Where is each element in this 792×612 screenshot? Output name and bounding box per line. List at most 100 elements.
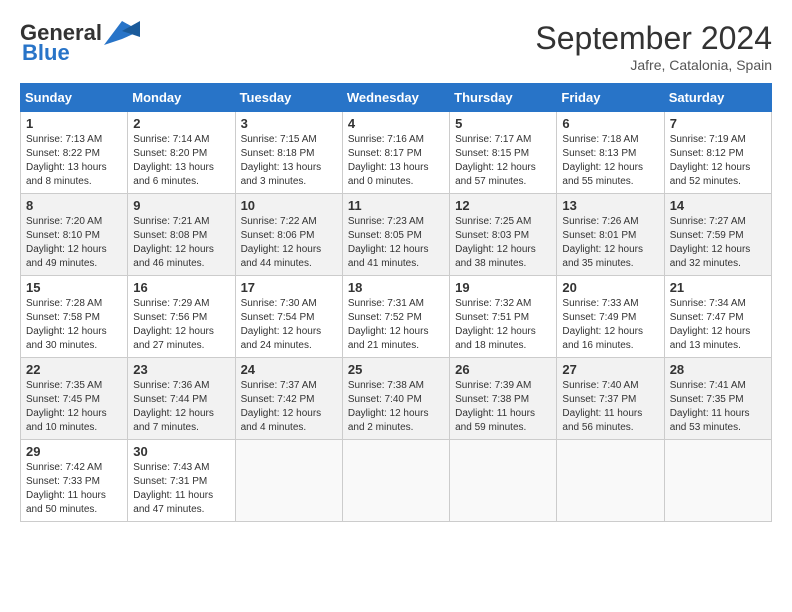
day-info: Sunrise: 7:27 AMSunset: 7:59 PMDaylight:… bbox=[670, 215, 766, 271]
day-number: 8 bbox=[26, 198, 122, 213]
logo: General Blue bbox=[20, 20, 140, 66]
calendar-cell: 28 Sunrise: 7:41 AMSunset: 7:35 PMDayligh… bbox=[664, 358, 771, 440]
day-info: Sunrise: 7:32 AMSunset: 7:51 PMDaylight:… bbox=[455, 297, 551, 353]
header-saturday: Saturday bbox=[664, 84, 771, 112]
calendar-cell: 5Sunrise: 7:17 AMSunset: 8:15 PMDaylight… bbox=[450, 112, 557, 194]
day-info: Sunrise: 7:14 AMSunset: 8:20 PMDaylight:… bbox=[133, 133, 229, 189]
calendar-cell: 18 Sunrise: 7:31 AMSunset: 7:52 PMDayligh… bbox=[342, 276, 449, 358]
logo-text-blue: Blue bbox=[22, 40, 70, 66]
day-info: Sunrise: 7:41 AMSunset: 7:35 PMDaylight:… bbox=[670, 379, 766, 435]
day-info: Sunrise: 7:23 AMSunset: 8:05 PMDaylight:… bbox=[348, 215, 444, 271]
day-number: 17 bbox=[241, 280, 337, 295]
day-number: 24 bbox=[241, 362, 337, 377]
header-wednesday: Wednesday bbox=[342, 84, 449, 112]
day-number: 6 bbox=[562, 116, 658, 131]
day-info: Sunrise: 7:39 AMSunset: 7:38 PMDaylight:… bbox=[455, 379, 551, 435]
day-number: 26 bbox=[455, 362, 551, 377]
calendar-cell: 19 Sunrise: 7:32 AMSunset: 7:51 PMDayligh… bbox=[450, 276, 557, 358]
day-info: Sunrise: 7:38 AMSunset: 7:40 PMDaylight:… bbox=[348, 379, 444, 435]
header-thursday: Thursday bbox=[450, 84, 557, 112]
day-number: 12 bbox=[455, 198, 551, 213]
page-header: General Blue September 2024 Jafre, Catal… bbox=[20, 20, 772, 73]
location-subtitle: Jafre, Catalonia, Spain bbox=[535, 57, 772, 73]
calendar-cell: 30 Sunrise: 7:43 AMSunset: 7:31 PMDayligh… bbox=[128, 440, 235, 522]
day-info: Sunrise: 7:31 AMSunset: 7:52 PMDaylight:… bbox=[348, 297, 444, 353]
calendar-cell: 22 Sunrise: 7:35 AMSunset: 7:45 PMDayligh… bbox=[21, 358, 128, 440]
calendar-cell: 2 Sunrise: 7:14 AMSunset: 8:20 PMDaylight… bbox=[128, 112, 235, 194]
day-number: 1 bbox=[26, 116, 122, 131]
day-info: Sunrise: 7:16 AMSunset: 8:17 PMDaylight:… bbox=[348, 133, 444, 189]
day-number: 30 bbox=[133, 444, 229, 459]
calendar-cell: 11 Sunrise: 7:23 AMSunset: 8:05 PMDayligh… bbox=[342, 194, 449, 276]
day-number: 25 bbox=[348, 362, 444, 377]
calendar-cell: 27 Sunrise: 7:40 AMSunset: 7:37 PMDayligh… bbox=[557, 358, 664, 440]
day-number: 27 bbox=[562, 362, 658, 377]
week-row-5: 29Sunrise: 7:42 AMSunset: 7:33 PMDayligh… bbox=[21, 440, 772, 522]
header-friday: Friday bbox=[557, 84, 664, 112]
calendar-cell: 6 Sunrise: 7:18 AMSunset: 8:13 PMDaylight… bbox=[557, 112, 664, 194]
calendar-cell: 15Sunrise: 7:28 AMSunset: 7:58 PMDayligh… bbox=[21, 276, 128, 358]
title-block: September 2024 Jafre, Catalonia, Spain bbox=[535, 20, 772, 73]
day-number: 4 bbox=[348, 116, 444, 131]
calendar-table: SundayMondayTuesdayWednesdayThursdayFrid… bbox=[20, 83, 772, 522]
day-info: Sunrise: 7:33 AMSunset: 7:49 PMDaylight:… bbox=[562, 297, 658, 353]
day-info: Sunrise: 7:43 AMSunset: 7:31 PMDaylight:… bbox=[133, 461, 229, 517]
month-title: September 2024 bbox=[535, 20, 772, 57]
week-row-2: 8 Sunrise: 7:20 AMSunset: 8:10 PMDaylight… bbox=[21, 194, 772, 276]
calendar-cell: 4 Sunrise: 7:16 AMSunset: 8:17 PMDaylight… bbox=[342, 112, 449, 194]
day-number: 9 bbox=[133, 198, 229, 213]
calendar-cell bbox=[664, 440, 771, 522]
header-row: SundayMondayTuesdayWednesdayThursdayFrid… bbox=[21, 84, 772, 112]
calendar-cell: 12 Sunrise: 7:25 AMSunset: 8:03 PMDayligh… bbox=[450, 194, 557, 276]
week-row-3: 15Sunrise: 7:28 AMSunset: 7:58 PMDayligh… bbox=[21, 276, 772, 358]
header-sunday: Sunday bbox=[21, 84, 128, 112]
calendar-cell bbox=[235, 440, 342, 522]
calendar-cell: 17Sunrise: 7:30 AMSunset: 7:54 PMDayligh… bbox=[235, 276, 342, 358]
day-number: 3 bbox=[241, 116, 337, 131]
day-number: 2 bbox=[133, 116, 229, 131]
day-number: 18 bbox=[348, 280, 444, 295]
calendar-cell: 20Sunrise: 7:33 AMSunset: 7:49 PMDayligh… bbox=[557, 276, 664, 358]
day-number: 22 bbox=[26, 362, 122, 377]
day-number: 13 bbox=[562, 198, 658, 213]
day-info: Sunrise: 7:15 AMSunset: 8:18 PMDaylight:… bbox=[241, 133, 337, 189]
calendar-cell: 14Sunrise: 7:27 AMSunset: 7:59 PMDayligh… bbox=[664, 194, 771, 276]
day-info: Sunrise: 7:36 AMSunset: 7:44 PMDaylight:… bbox=[133, 379, 229, 435]
calendar-cell: 29Sunrise: 7:42 AMSunset: 7:33 PMDayligh… bbox=[21, 440, 128, 522]
day-number: 29 bbox=[26, 444, 122, 459]
day-info: Sunrise: 7:21 AMSunset: 8:08 PMDaylight:… bbox=[133, 215, 229, 271]
day-number: 10 bbox=[241, 198, 337, 213]
calendar-cell: 9 Sunrise: 7:21 AMSunset: 8:08 PMDaylight… bbox=[128, 194, 235, 276]
week-row-4: 22 Sunrise: 7:35 AMSunset: 7:45 PMDayligh… bbox=[21, 358, 772, 440]
day-info: Sunrise: 7:20 AMSunset: 8:10 PMDaylight:… bbox=[26, 215, 122, 271]
calendar-cell: 21Sunrise: 7:34 AMSunset: 7:47 PMDayligh… bbox=[664, 276, 771, 358]
day-number: 21 bbox=[670, 280, 766, 295]
header-monday: Monday bbox=[128, 84, 235, 112]
day-info: Sunrise: 7:37 AMSunset: 7:42 PMDaylight:… bbox=[241, 379, 337, 435]
day-info: Sunrise: 7:40 AMSunset: 7:37 PMDaylight:… bbox=[562, 379, 658, 435]
calendar-cell: 24 Sunrise: 7:37 AMSunset: 7:42 PMDayligh… bbox=[235, 358, 342, 440]
day-number: 19 bbox=[455, 280, 551, 295]
calendar-cell bbox=[342, 440, 449, 522]
calendar-cell: 13Sunrise: 7:26 AMSunset: 8:01 PMDayligh… bbox=[557, 194, 664, 276]
day-info: Sunrise: 7:25 AMSunset: 8:03 PMDaylight:… bbox=[455, 215, 551, 271]
calendar-cell: 8 Sunrise: 7:20 AMSunset: 8:10 PMDaylight… bbox=[21, 194, 128, 276]
day-info: Sunrise: 7:28 AMSunset: 7:58 PMDaylight:… bbox=[26, 297, 122, 353]
day-number: 23 bbox=[133, 362, 229, 377]
header-tuesday: Tuesday bbox=[235, 84, 342, 112]
day-info: Sunrise: 7:17 AMSunset: 8:15 PMDaylight:… bbox=[455, 133, 551, 189]
calendar-cell: 1Sunrise: 7:13 AMSunset: 8:22 PMDaylight… bbox=[21, 112, 128, 194]
day-number: 11 bbox=[348, 198, 444, 213]
day-info: Sunrise: 7:19 AMSunset: 8:12 PMDaylight:… bbox=[670, 133, 766, 189]
calendar-cell: 7 Sunrise: 7:19 AMSunset: 8:12 PMDaylight… bbox=[664, 112, 771, 194]
day-number: 28 bbox=[670, 362, 766, 377]
day-number: 7 bbox=[670, 116, 766, 131]
week-row-1: 1Sunrise: 7:13 AMSunset: 8:22 PMDaylight… bbox=[21, 112, 772, 194]
day-number: 16 bbox=[133, 280, 229, 295]
logo-icon bbox=[104, 21, 140, 45]
day-info: Sunrise: 7:18 AMSunset: 8:13 PMDaylight:… bbox=[562, 133, 658, 189]
day-info: Sunrise: 7:35 AMSunset: 7:45 PMDaylight:… bbox=[26, 379, 122, 435]
calendar-cell bbox=[450, 440, 557, 522]
calendar-cell bbox=[557, 440, 664, 522]
calendar-cell: 10Sunrise: 7:22 AMSunset: 8:06 PMDayligh… bbox=[235, 194, 342, 276]
